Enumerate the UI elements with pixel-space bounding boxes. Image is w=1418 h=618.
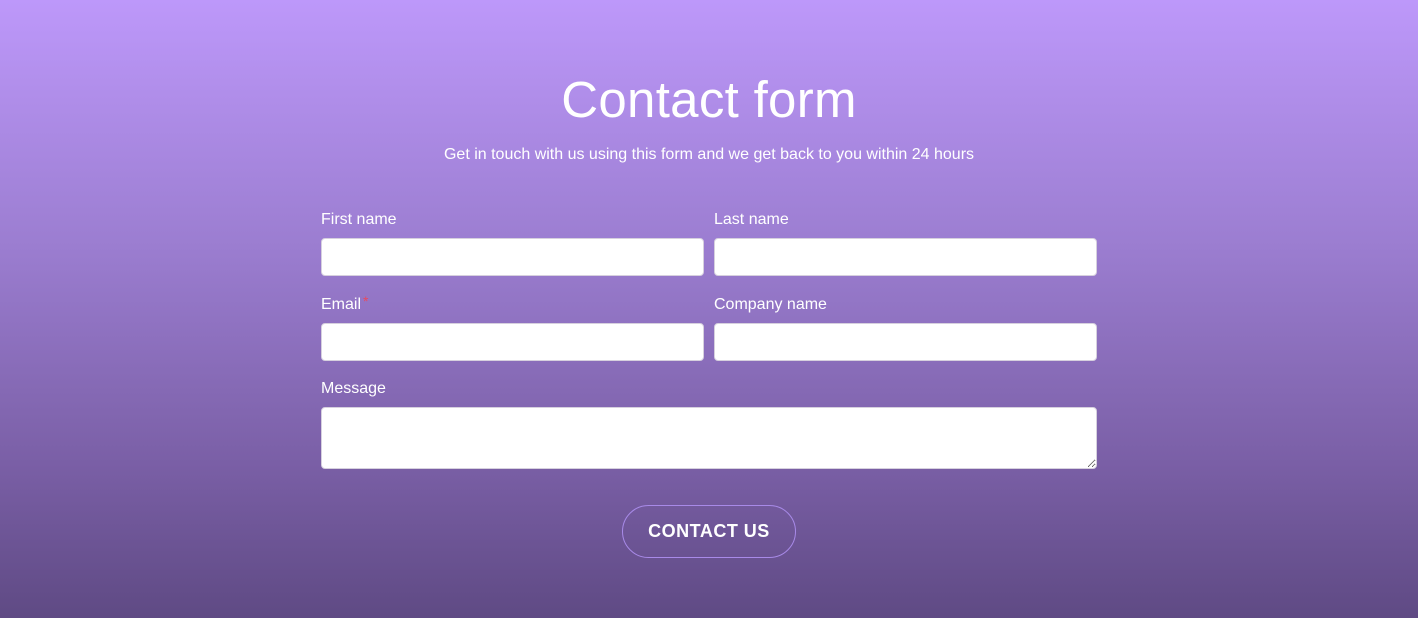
first-name-group: First name bbox=[321, 210, 704, 276]
email-label-wrap: Email * bbox=[321, 293, 704, 314]
first-name-input[interactable] bbox=[321, 238, 704, 276]
last-name-group: Last name bbox=[714, 210, 1097, 276]
name-row: First name Last name bbox=[321, 210, 1097, 276]
message-group: Message bbox=[321, 379, 1097, 469]
message-row: Message bbox=[321, 379, 1097, 469]
email-label: Email bbox=[321, 296, 362, 313]
company-name-input[interactable] bbox=[714, 323, 1097, 361]
company-name-group: Company name bbox=[714, 295, 1097, 361]
page-title: Contact form bbox=[561, 71, 857, 128]
contact-us-button[interactable]: CONTACT US bbox=[622, 505, 796, 558]
contact-form: First name Last name Email * Company name… bbox=[321, 210, 1097, 469]
contact-row: Email * Company name bbox=[321, 293, 1097, 361]
page-subtitle: Get in touch with us using this form and… bbox=[443, 146, 975, 163]
email-input[interactable] bbox=[321, 323, 704, 361]
required-mark: * bbox=[363, 293, 369, 309]
contact-page: Contact form Get in touch with us using … bbox=[0, 0, 1418, 618]
email-group: Email * bbox=[321, 293, 704, 361]
message-label: Message bbox=[321, 380, 386, 397]
message-textarea[interactable] bbox=[321, 407, 1097, 469]
company-name-label: Company name bbox=[714, 296, 827, 313]
first-name-label: First name bbox=[321, 211, 397, 228]
last-name-input[interactable] bbox=[714, 238, 1097, 276]
last-name-label: Last name bbox=[714, 211, 789, 228]
